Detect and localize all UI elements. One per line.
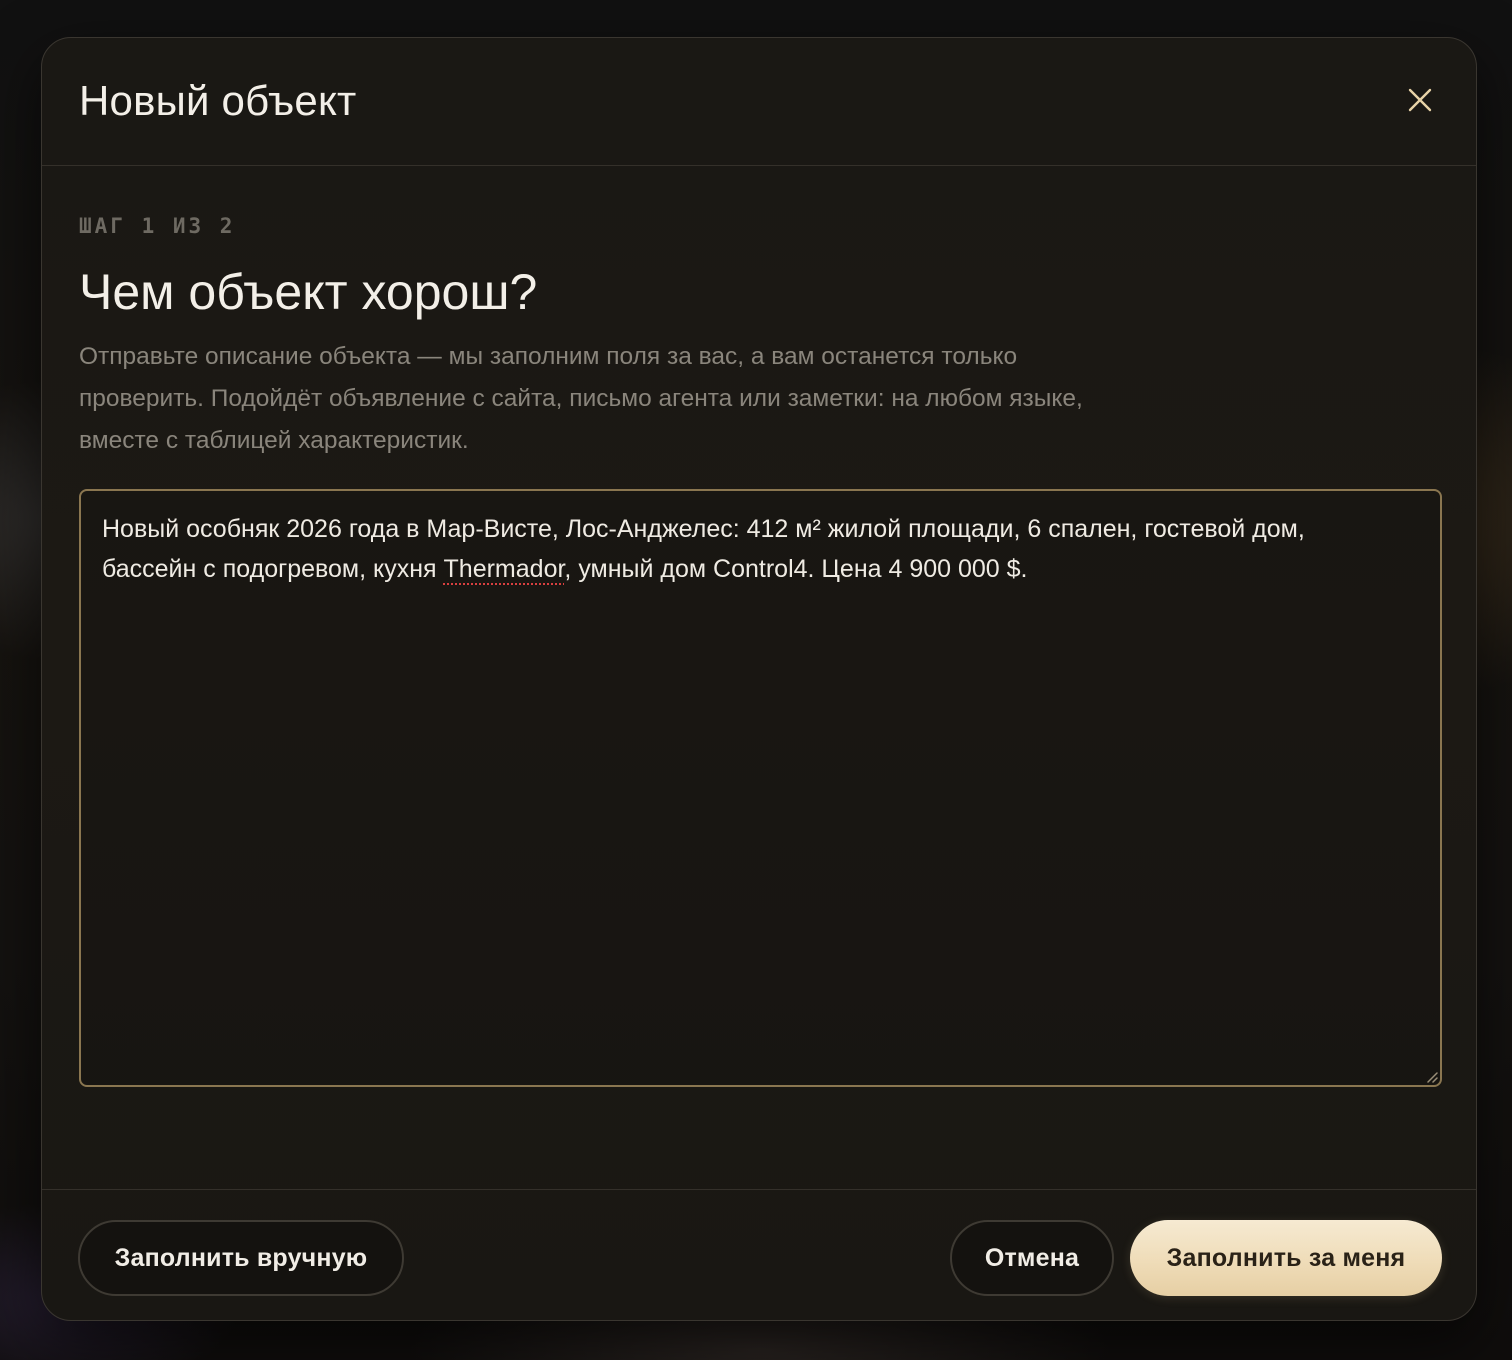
step-question: Чем объект хорош? bbox=[79, 264, 538, 320]
step-indicator: ШАГ 1 ИЗ 2 bbox=[79, 214, 236, 238]
dialog-header: Новый объект bbox=[42, 38, 1476, 166]
dialog-footer: Заполнить вручную Отмена Заполнить за ме… bbox=[42, 1189, 1476, 1320]
autofill-button[interactable]: Заполнить за меня bbox=[1130, 1220, 1442, 1296]
new-object-dialog: Новый объект ШАГ 1 ИЗ 2 Чем объект хорош… bbox=[41, 37, 1477, 1321]
cancel-button[interactable]: Отмена bbox=[950, 1220, 1114, 1296]
resize-handle-icon[interactable] bbox=[1424, 1069, 1438, 1083]
close-button[interactable] bbox=[1402, 82, 1438, 118]
textarea-value[interactable]: Новый особняк 2026 года в Мар-Висте, Лос… bbox=[102, 509, 1402, 589]
step-description: Отправьте описание объекта — мы заполним… bbox=[79, 343, 1083, 454]
textarea-value-part: , умный дом Control4. Цена 4 900 000 $. bbox=[564, 555, 1028, 583]
description-textarea[interactable]: Новый особняк 2026 года в Мар-Висте, Лос… bbox=[79, 489, 1442, 1087]
spellcheck-word: Thermador bbox=[443, 555, 565, 583]
close-icon bbox=[1408, 88, 1432, 112]
dialog-title: Новый объект bbox=[79, 77, 357, 124]
fill-manually-button[interactable]: Заполнить вручную bbox=[78, 1220, 404, 1296]
